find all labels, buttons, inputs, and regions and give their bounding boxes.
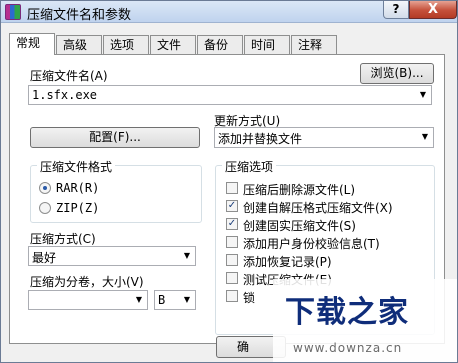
compression-method-combo[interactable]: 最好 ▼	[28, 246, 196, 266]
split-unit-value: B	[158, 293, 166, 307]
archive-options-title: 压缩选项	[222, 158, 277, 175]
chevron-down-icon[interactable]: ▼	[131, 291, 147, 309]
profiles-button[interactable]: 配置(F)...	[30, 127, 200, 148]
checkbox-icon	[226, 272, 238, 284]
tab-advanced[interactable]: 高级	[56, 35, 102, 54]
dialog-window: 压缩文件名和参数 ? X 常规 高级 选项 文件 备份 时间 注释 压缩文件名(…	[0, 0, 458, 363]
compression-method-label: 压缩方式(C)	[30, 232, 96, 246]
create-sfx-label: 创建自解压格式压缩文件(X)	[243, 201, 393, 215]
watermark-brand: 下载之家	[285, 295, 409, 330]
update-mode-value: 添加并替换文件	[218, 132, 303, 146]
create-solid-label: 创建固实压缩文件(S)	[243, 219, 356, 233]
archive-name-value: 1.sfx.exe	[32, 88, 98, 102]
update-mode-combo[interactable]: 添加并替换文件 ▼	[214, 127, 434, 148]
zip-format-label: ZIP(Z)	[56, 201, 100, 215]
window-title: 压缩文件名和参数	[27, 8, 132, 23]
help-button[interactable]: ?	[383, 1, 409, 19]
compression-method-value: 最好	[32, 251, 57, 265]
tab-backup[interactable]: 备份	[197, 35, 243, 54]
watermark-url: www.downza.cn	[293, 341, 403, 355]
tab-time[interactable]: 时间	[244, 35, 290, 54]
add-authenticity-label: 添加用户身份校验信息(T)	[243, 237, 380, 251]
tab-comment[interactable]: 注释	[291, 35, 337, 54]
checkmark-icon: ✓	[226, 200, 238, 212]
tab-files[interactable]: 文件	[150, 35, 196, 54]
split-volumes-label: 压缩为分卷，大小(V)	[30, 275, 144, 289]
checkbox-icon	[226, 236, 238, 248]
split-size-combo[interactable]: ▼	[28, 290, 148, 310]
radio-selected-icon	[39, 182, 51, 194]
rar-format-label: RAR(R)	[56, 181, 100, 195]
checkbox-icon	[226, 290, 238, 302]
tab-general[interactable]: 常规	[9, 33, 55, 55]
chevron-down-icon[interactable]: ▼	[179, 291, 195, 309]
add-recovery-label: 添加恢复记录(P)	[243, 255, 332, 269]
split-unit-combo[interactable]: B ▼	[154, 290, 196, 310]
archive-name-label: 压缩文件名(A)	[30, 69, 108, 83]
title-bar[interactable]: 压缩文件名和参数 ? X	[1, 1, 457, 23]
radio-empty-icon	[39, 202, 51, 214]
archive-format-title: 压缩文件格式	[37, 158, 116, 175]
browse-button[interactable]: 浏览(B)...	[360, 63, 434, 84]
watermark-overlay: 下载之家 www.downza.cn	[273, 279, 457, 362]
archive-format-group: 压缩文件格式 RAR(R) ZIP(Z)	[30, 158, 202, 223]
close-button[interactable]: X	[409, 1, 457, 19]
archive-name-combo[interactable]: 1.sfx.exe ▼	[28, 85, 432, 105]
checkbox-icon	[226, 182, 238, 194]
checkmark-icon: ✓	[226, 218, 238, 230]
winrar-app-icon	[5, 4, 21, 20]
chevron-down-icon[interactable]: ▼	[179, 247, 195, 265]
chevron-down-icon[interactable]: ▼	[417, 128, 433, 146]
delete-after-label: 压缩后删除源文件(L)	[243, 183, 356, 197]
lock-archive-label: 锁	[243, 291, 256, 305]
chevron-down-icon[interactable]: ▼	[415, 86, 431, 104]
tab-options[interactable]: 选项	[103, 35, 149, 54]
checkbox-icon	[226, 254, 238, 266]
